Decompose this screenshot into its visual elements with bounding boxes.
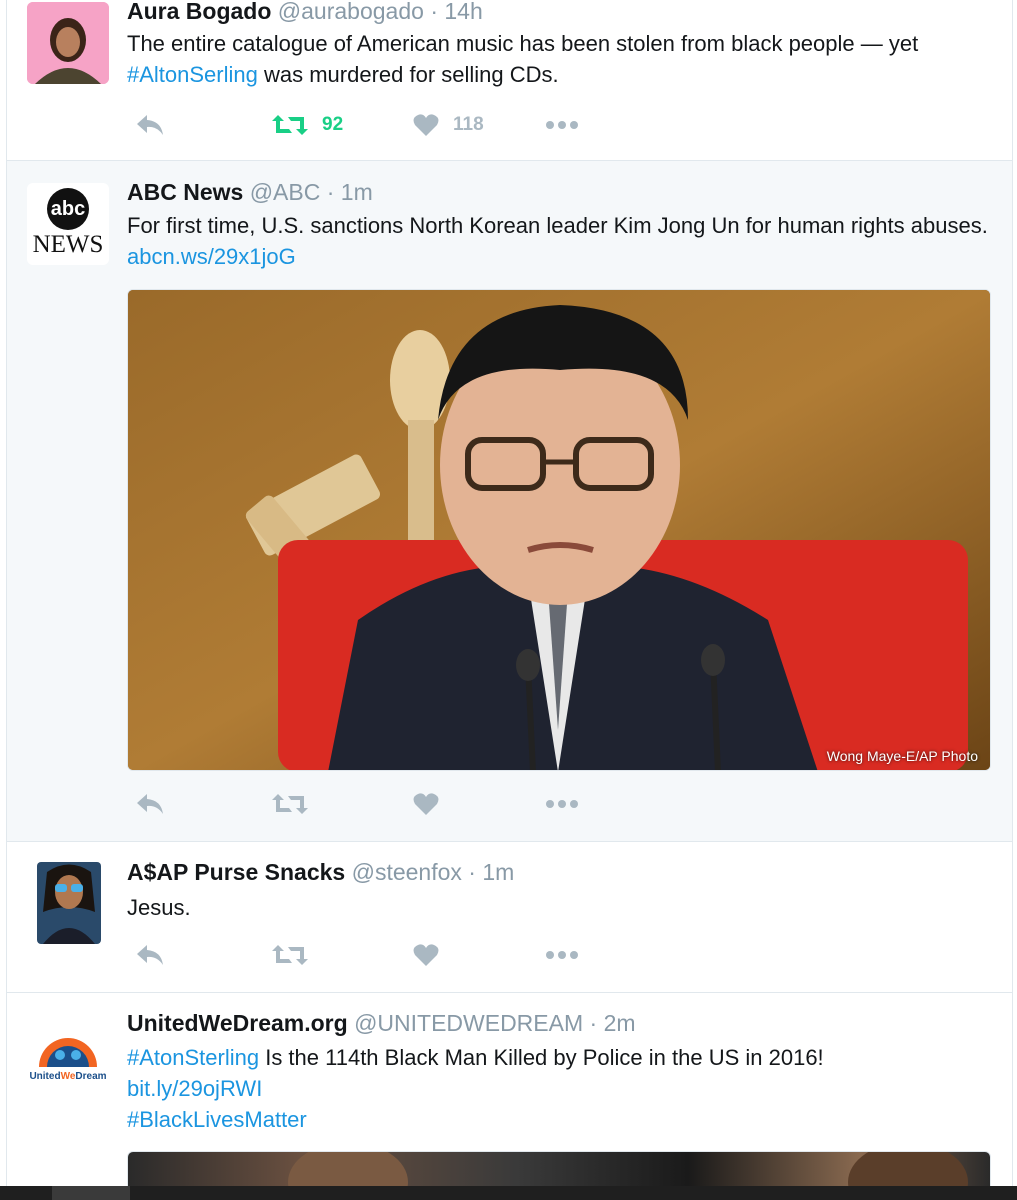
author-name[interactable]: UnitedWeDream.org xyxy=(127,1010,348,1036)
tweet-text: Jesus. xyxy=(127,892,997,923)
abc-logo: abc xyxy=(47,188,89,230)
scrollbar-thumb[interactable] xyxy=(52,1186,130,1200)
avatar[interactable]: UnitedWeDream xyxy=(27,1023,109,1105)
avatar[interactable] xyxy=(37,862,101,944)
author-handle[interactable]: @steenfox xyxy=(352,859,462,885)
heart-icon xyxy=(413,793,439,815)
like-count: 118 xyxy=(453,114,484,135)
url-link[interactable]: abcn.ws/29x1joG xyxy=(127,244,296,269)
timeline: Aura Bogado @aurabogado · 14h The entire… xyxy=(6,0,1013,1186)
separator-dot: · xyxy=(430,0,438,24)
tweet-timestamp[interactable]: 1m xyxy=(341,179,373,205)
url-link[interactable]: bit.ly/29ojRWI xyxy=(127,1076,262,1101)
reply-button[interactable] xyxy=(135,110,165,140)
author-handle[interactable]: @ABC xyxy=(250,179,321,205)
tweet-text-part: was murdered for selling CDs. xyxy=(257,62,559,87)
tweet-text-line: #BlackLivesMatter xyxy=(127,1104,997,1135)
united-we-dream-logo-icon xyxy=(39,1038,97,1067)
tweet-actions xyxy=(127,789,627,819)
retweet-icon xyxy=(272,115,308,135)
reply-icon xyxy=(137,794,163,814)
more-dots-icon xyxy=(546,121,578,129)
author-handle[interactable]: @UNITEDWEDREAM xyxy=(354,1010,583,1036)
heart-icon xyxy=(413,944,439,966)
tweet-header: Aura Bogado @aurabogado · 14h xyxy=(127,0,483,25)
tweet-aura-bogado[interactable]: Aura Bogado @aurabogado · 14h The entire… xyxy=(7,0,1012,161)
retweet-icon xyxy=(272,945,308,965)
tweet-text: For first time, U.S. sanctions North Kor… xyxy=(127,210,997,272)
heart-icon xyxy=(413,114,439,136)
hashtag-link[interactable]: #AtonSterling xyxy=(127,1045,259,1070)
bottom-scrollbar[interactable] xyxy=(0,1186,1017,1200)
hashtag-link[interactable]: #BlackLivesMatter xyxy=(127,1107,307,1132)
retweet-icon xyxy=(272,794,308,814)
retweet-button[interactable] xyxy=(272,789,308,819)
retweet-button[interactable]: 92 xyxy=(272,110,343,140)
separator-dot: · xyxy=(326,179,335,205)
photo-kim-jong-un-icon xyxy=(128,290,990,770)
avatar[interactable]: abc NEWS xyxy=(27,183,109,265)
tweet-text-part: For first time, U.S. sanctions North Kor… xyxy=(127,213,988,238)
logo-word-dream: Dream xyxy=(75,1071,107,1082)
tweet-text-line: #AtonSterling Is the 114th Black Man Kil… xyxy=(127,1042,997,1073)
retweet-button[interactable] xyxy=(272,940,308,970)
news-logo-text: NEWS xyxy=(32,231,104,258)
author-name[interactable]: A$AP Purse Snacks xyxy=(127,859,345,885)
like-button[interactable] xyxy=(413,940,439,970)
tweet-text-part: Is the 114th Black Man Killed by Police … xyxy=(259,1045,824,1070)
tweet-timestamp[interactable]: 1m xyxy=(482,859,514,885)
logo-word-we: We xyxy=(60,1071,76,1082)
tweet-header: UnitedWeDream.org @UNITEDWEDREAM · 2m xyxy=(127,1010,636,1037)
tweet-text-part: Jesus. xyxy=(127,895,191,920)
tweet-actions: 92 118 xyxy=(127,110,627,140)
more-dots-icon xyxy=(546,800,578,808)
more-button[interactable] xyxy=(545,940,579,970)
like-button[interactable]: 118 xyxy=(413,110,484,140)
logo-word-united: United xyxy=(29,1071,61,1082)
avatar-photo-woman-sunglasses-icon xyxy=(37,862,101,944)
tweet-text-line: bit.ly/29ojRWI xyxy=(127,1073,997,1104)
more-dots-icon xyxy=(546,951,578,959)
tweet-abc-news[interactable]: abc NEWS ABC News @ABC · 1m For first ti… xyxy=(7,161,1012,842)
tweet-text: The entire catalogue of American music h… xyxy=(127,28,997,90)
tweet-text: #AtonSterling Is the 114th Black Man Kil… xyxy=(127,1042,997,1135)
tweet-header: A$AP Purse Snacks @steenfox · 1m xyxy=(127,859,514,886)
reply-button[interactable] xyxy=(135,940,165,970)
tweet-header: ABC News @ABC · 1m xyxy=(127,179,373,206)
author-name[interactable]: Aura Bogado xyxy=(127,0,271,24)
reply-button[interactable] xyxy=(135,789,165,819)
tweet-timestamp[interactable]: 14h xyxy=(444,0,482,24)
hashtag-link[interactable]: #AltonSerling xyxy=(127,62,258,87)
united-we-dream-logo-text: UnitedWeDream xyxy=(27,1071,109,1082)
avatar[interactable] xyxy=(27,2,109,84)
tweet-media-photo[interactable] xyxy=(127,1151,991,1186)
like-button[interactable] xyxy=(413,789,439,819)
more-button[interactable] xyxy=(545,789,579,819)
tweet-actions xyxy=(127,940,627,970)
tweet-text-part: The entire catalogue of American music h… xyxy=(127,31,919,56)
separator-dot: · xyxy=(468,859,476,885)
retweet-count: 92 xyxy=(322,114,344,135)
more-button[interactable] xyxy=(545,110,579,140)
reply-icon xyxy=(137,945,163,965)
reply-icon xyxy=(137,115,163,135)
tweet-asap-purse-snacks[interactable]: A$AP Purse Snacks @steenfox · 1m Jesus. xyxy=(7,842,1012,993)
tweet-media-photo[interactable]: Wong Maye-E/AP Photo xyxy=(127,289,991,771)
author-name[interactable]: ABC News xyxy=(127,179,243,205)
author-handle[interactable]: @aurabogado xyxy=(278,0,424,24)
photo-preview-icon xyxy=(288,1152,968,1186)
photo-credit: Wong Maye-E/AP Photo xyxy=(826,748,978,764)
tweet-timestamp[interactable]: 2m xyxy=(604,1010,636,1036)
avatar-photo-woman-icon xyxy=(27,2,109,84)
tweet-united-we-dream[interactable]: UnitedWeDream UnitedWeDream.org @UNITEDW… xyxy=(7,993,1012,1186)
separator-dot: · xyxy=(589,1010,598,1036)
